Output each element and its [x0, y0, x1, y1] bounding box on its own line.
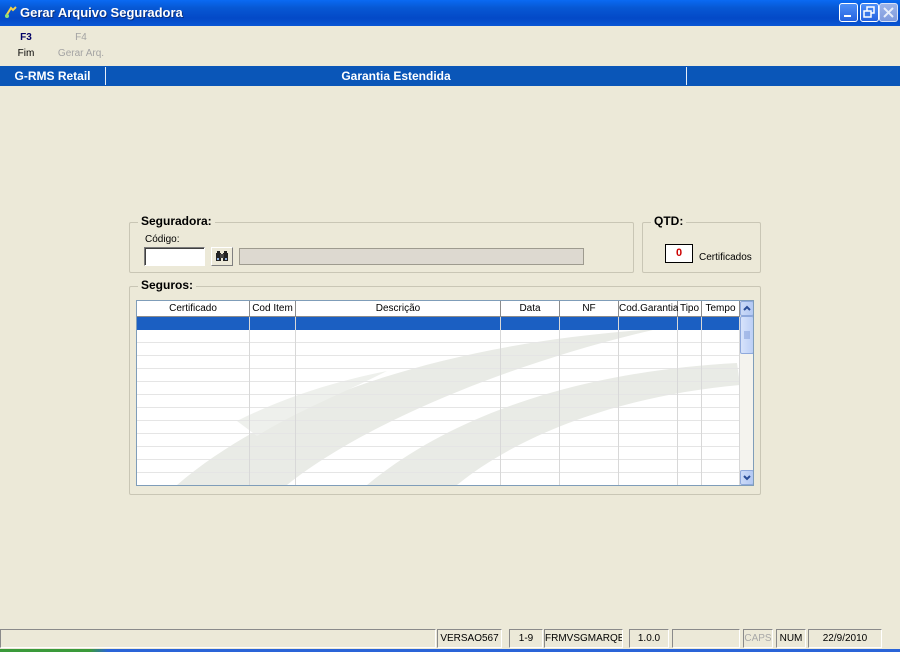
col-header-cod-item[interactable]: Cod Item: [250, 301, 296, 317]
status-message: [0, 629, 436, 648]
restore-button[interactable]: [860, 3, 879, 22]
col-header-nf[interactable]: NF: [560, 301, 619, 317]
table-row[interactable]: [137, 330, 740, 343]
app-icon: [5, 6, 17, 18]
certificados-label: Certificados: [699, 252, 752, 263]
table-row[interactable]: [137, 460, 740, 473]
status-form: FRMVSGMARQE: [544, 629, 623, 648]
seguradora-name-field: [239, 248, 584, 265]
status-bar: VERSAO567 1-9 FRMVSGMARQE 1.0.0 CAPS NUM…: [0, 627, 900, 649]
column-divider: [249, 317, 250, 485]
arrow-down-icon: [743, 475, 751, 481]
seguros-grid[interactable]: Certificado Cod Item Descrição Data NF C…: [136, 300, 754, 486]
col-header-data[interactable]: Data: [501, 301, 560, 317]
table-row[interactable]: [137, 434, 740, 447]
table-row[interactable]: [137, 408, 740, 421]
app-name: G-RMS Retail: [14, 69, 91, 83]
close-button[interactable]: [879, 3, 898, 22]
seguradora-title: Seguradora:: [138, 214, 215, 228]
fim-key: F3: [20, 32, 32, 43]
col-header-certificado[interactable]: Certificado: [137, 301, 250, 317]
seguros-title: Seguros:: [138, 278, 197, 292]
gerar-key: F4: [75, 32, 87, 43]
scroll-down-button[interactable]: [740, 470, 753, 485]
status-num: NUM: [776, 629, 806, 648]
status-caps: CAPS: [743, 629, 773, 648]
scroll-thumb[interactable]: [740, 316, 753, 354]
scroll-up-button[interactable]: [740, 301, 753, 316]
grid-vertical-scrollbar[interactable]: [740, 301, 753, 485]
col-header-descricao[interactable]: Descrição: [296, 301, 501, 317]
status-empty: [672, 629, 740, 648]
binoculars-icon: [216, 251, 228, 261]
minimize-button[interactable]: [839, 3, 858, 22]
grip-icon: [744, 331, 750, 339]
table-row[interactable]: [137, 343, 740, 356]
seguradora-group: Seguradora: Código:: [129, 214, 634, 273]
status-date: 22/9/2010: [808, 629, 882, 648]
status-page: 1-9: [509, 629, 543, 648]
table-row[interactable]: [137, 395, 740, 408]
column-divider: [295, 317, 296, 485]
qtd-title: QTD:: [651, 214, 687, 228]
gerar-label: Gerar Arq.: [57, 48, 105, 59]
table-row[interactable]: [137, 317, 740, 330]
module-header: G-RMS Retail Garantia Estendida: [0, 66, 900, 86]
column-divider: [701, 317, 702, 485]
qtd-group: QTD: 0 Certificados: [642, 214, 761, 273]
table-row[interactable]: [137, 382, 740, 395]
table-row[interactable]: [137, 473, 740, 485]
qtd-value: 0: [665, 244, 693, 263]
arrow-up-icon: [743, 305, 751, 311]
fim-button[interactable]: F3 Fim: [14, 32, 38, 60]
table-row[interactable]: [137, 369, 740, 382]
table-row[interactable]: [137, 447, 740, 460]
toolbar: F3 Fim F4 Gerar Arq.: [0, 26, 900, 66]
column-divider: [559, 317, 560, 485]
restore-icon: [863, 6, 875, 18]
close-icon: [883, 7, 894, 18]
column-divider: [677, 317, 678, 485]
header-separator: [686, 67, 687, 85]
module-title: Garantia Estendida: [341, 69, 451, 83]
column-divider: [500, 317, 501, 485]
minimize-icon: [844, 15, 851, 17]
window-title: Gerar Arquivo Seguradora: [20, 5, 183, 20]
column-divider: [618, 317, 619, 485]
status-version: VERSAO567: [437, 629, 502, 648]
gerar-arquivo-button[interactable]: F4 Gerar Arq.: [50, 32, 112, 60]
col-header-tipo[interactable]: Tipo: [678, 301, 702, 317]
table-row[interactable]: [137, 356, 740, 369]
codigo-input[interactable]: [144, 247, 205, 266]
col-header-tempo[interactable]: Tempo: [702, 301, 740, 317]
col-header-cod-garantia[interactable]: Cod.Garantia: [619, 301, 678, 317]
search-seguradora-button[interactable]: [211, 247, 233, 266]
title-bar: Gerar Arquivo Seguradora: [0, 0, 900, 26]
status-release: 1.0.0: [629, 629, 669, 648]
codigo-label: Código:: [145, 234, 180, 245]
table-row[interactable]: [137, 421, 740, 434]
fim-label: Fim: [17, 48, 35, 59]
